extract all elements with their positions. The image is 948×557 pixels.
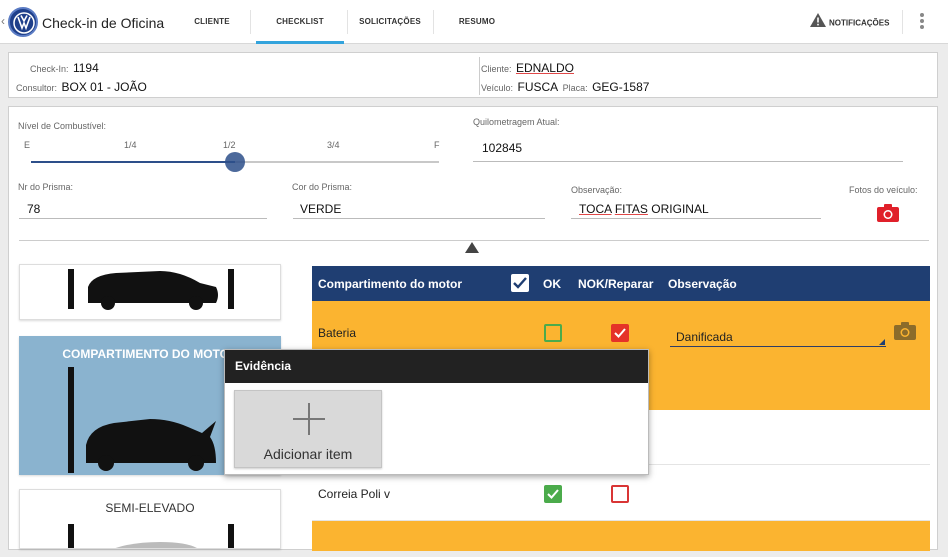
header-nok: NOK/Reparar — [578, 277, 654, 291]
consultor-label: Consultor: — [16, 83, 58, 93]
fuel-slider-thumb[interactable] — [225, 152, 245, 172]
add-item-label: Adicionar item — [263, 446, 353, 462]
tab-resumo[interactable]: RESUMO — [440, 0, 514, 44]
quilometragem-input[interactable]: 102845 — [482, 141, 522, 155]
tab-divider — [250, 10, 251, 34]
row-name: Correia Poli v — [318, 487, 391, 501]
checklist-header: Compartimento do motor OK NOK/Reparar Ob… — [312, 266, 930, 301]
fuel-tick-quarter: 1/4 — [124, 140, 137, 150]
camera-icon[interactable] — [894, 322, 916, 345]
checkin-value: 1194 — [72, 61, 99, 75]
camera-icon[interactable] — [877, 204, 899, 227]
nok-checkbox[interactable] — [611, 324, 629, 342]
observacao-word: ORIGINAL — [651, 202, 709, 216]
top-app-bar: ‹ Check-in de Oficina CLIENTE CHECKLIST … — [0, 0, 948, 44]
quilometragem-underline — [473, 161, 903, 162]
tab-divider — [902, 10, 903, 34]
checkin-info-card: Check-In: 1194 Consultor: BOX 01 - JOÃO … — [8, 52, 938, 98]
observacao-underline — [571, 218, 821, 219]
section-divider — [19, 240, 929, 241]
header-obs: Observação — [668, 277, 737, 291]
ok-checkbox[interactable] — [544, 324, 562, 342]
observacao-word: FITAS — [614, 202, 648, 216]
fuel-slider[interactable] — [31, 152, 439, 172]
collapse-arrow-icon[interactable] — [465, 242, 479, 253]
select-all-checkbox[interactable] — [511, 274, 529, 292]
info-divider — [479, 57, 480, 95]
observacao-label: Observação: — [571, 185, 623, 195]
cliente-label: Cliente: — [481, 64, 512, 74]
fuel-slider-fill — [31, 161, 235, 163]
observation-underline — [670, 346, 886, 347]
observacao-word: TOCA — [579, 202, 612, 216]
row-name: Bateria — [318, 326, 357, 340]
popup-title: Evidência — [225, 350, 648, 383]
cor-prisma-underline — [293, 218, 545, 219]
observacao-input[interactable]: TOCA FITAS ORIGINAL — [579, 202, 709, 216]
fuel-tick-f: F — [434, 140, 440, 150]
tile-car-side[interactable] — [19, 264, 281, 320]
dropdown-corner-icon — [879, 339, 885, 345]
checkin-label: Check-In: — [30, 64, 69, 74]
vehicle-form-card: Nível de Combustível: E 1/4 1/2 3/4 F Qu… — [8, 106, 938, 551]
prisma-underline — [19, 218, 267, 219]
add-item-button[interactable]: Adicionar item — [234, 390, 382, 468]
consultor-value: BOX 01 - JOÃO — [61, 80, 147, 94]
prisma-input[interactable]: 78 — [27, 202, 40, 216]
tab-solicitacoes[interactable]: SOLICITAÇÕES — [348, 0, 432, 44]
kebab-menu-icon[interactable] — [918, 12, 926, 32]
app-title: Check-in de Oficina — [42, 15, 165, 31]
fuel-tick-half: 1/2 — [223, 140, 236, 150]
tile-semi-elevado[interactable]: SEMI-ELEVADO — [19, 489, 281, 549]
placa-label: Placa: — [562, 83, 588, 93]
fuel-tick-three-quarter: 3/4 — [327, 140, 340, 150]
row-observation[interactable]: Danificada — [676, 330, 733, 344]
header-ok: OK — [543, 277, 561, 291]
notifications-button[interactable]: NOTIFICAÇÕES — [810, 13, 889, 31]
cliente-value: EDNALDO — [515, 61, 574, 75]
combustivel-label: Nível de Combustível: — [18, 121, 107, 131]
tab-divider — [433, 10, 434, 34]
ok-checkbox[interactable] — [544, 485, 562, 503]
veiculo-value: FUSCA — [517, 80, 559, 94]
car-side-icon — [68, 269, 234, 310]
prisma-label: Nr do Prisma: — [18, 182, 74, 192]
cor-prisma-input[interactable]: VERDE — [300, 202, 341, 216]
vw-logo-icon — [8, 7, 38, 37]
tab-cliente[interactable]: CLIENTE — [177, 0, 247, 44]
table-row — [312, 521, 930, 551]
notifications-label: NOTIFICAÇÕES — [829, 18, 890, 28]
header-item: Compartimento do motor — [318, 277, 462, 291]
back-chevron-icon[interactable]: ‹ — [1, 14, 5, 28]
fotos-label: Fotos do veículo: — [849, 185, 918, 195]
car-elevated-icon — [68, 524, 234, 548]
evidence-popup: Evidência Adicionar item — [224, 349, 649, 475]
cor-prisma-label: Cor do Prisma: — [292, 182, 353, 192]
placa-value: GEG-1587 — [592, 80, 650, 94]
fuel-tick-e: E — [24, 140, 31, 150]
veiculo-label: Veículo: — [481, 83, 514, 93]
nok-checkbox[interactable] — [611, 485, 629, 503]
plus-icon — [293, 403, 325, 435]
tab-checklist[interactable]: CHECKLIST — [256, 0, 344, 44]
quilometragem-label: Quilometragem Atual: — [473, 117, 560, 127]
warning-icon — [810, 13, 826, 34]
